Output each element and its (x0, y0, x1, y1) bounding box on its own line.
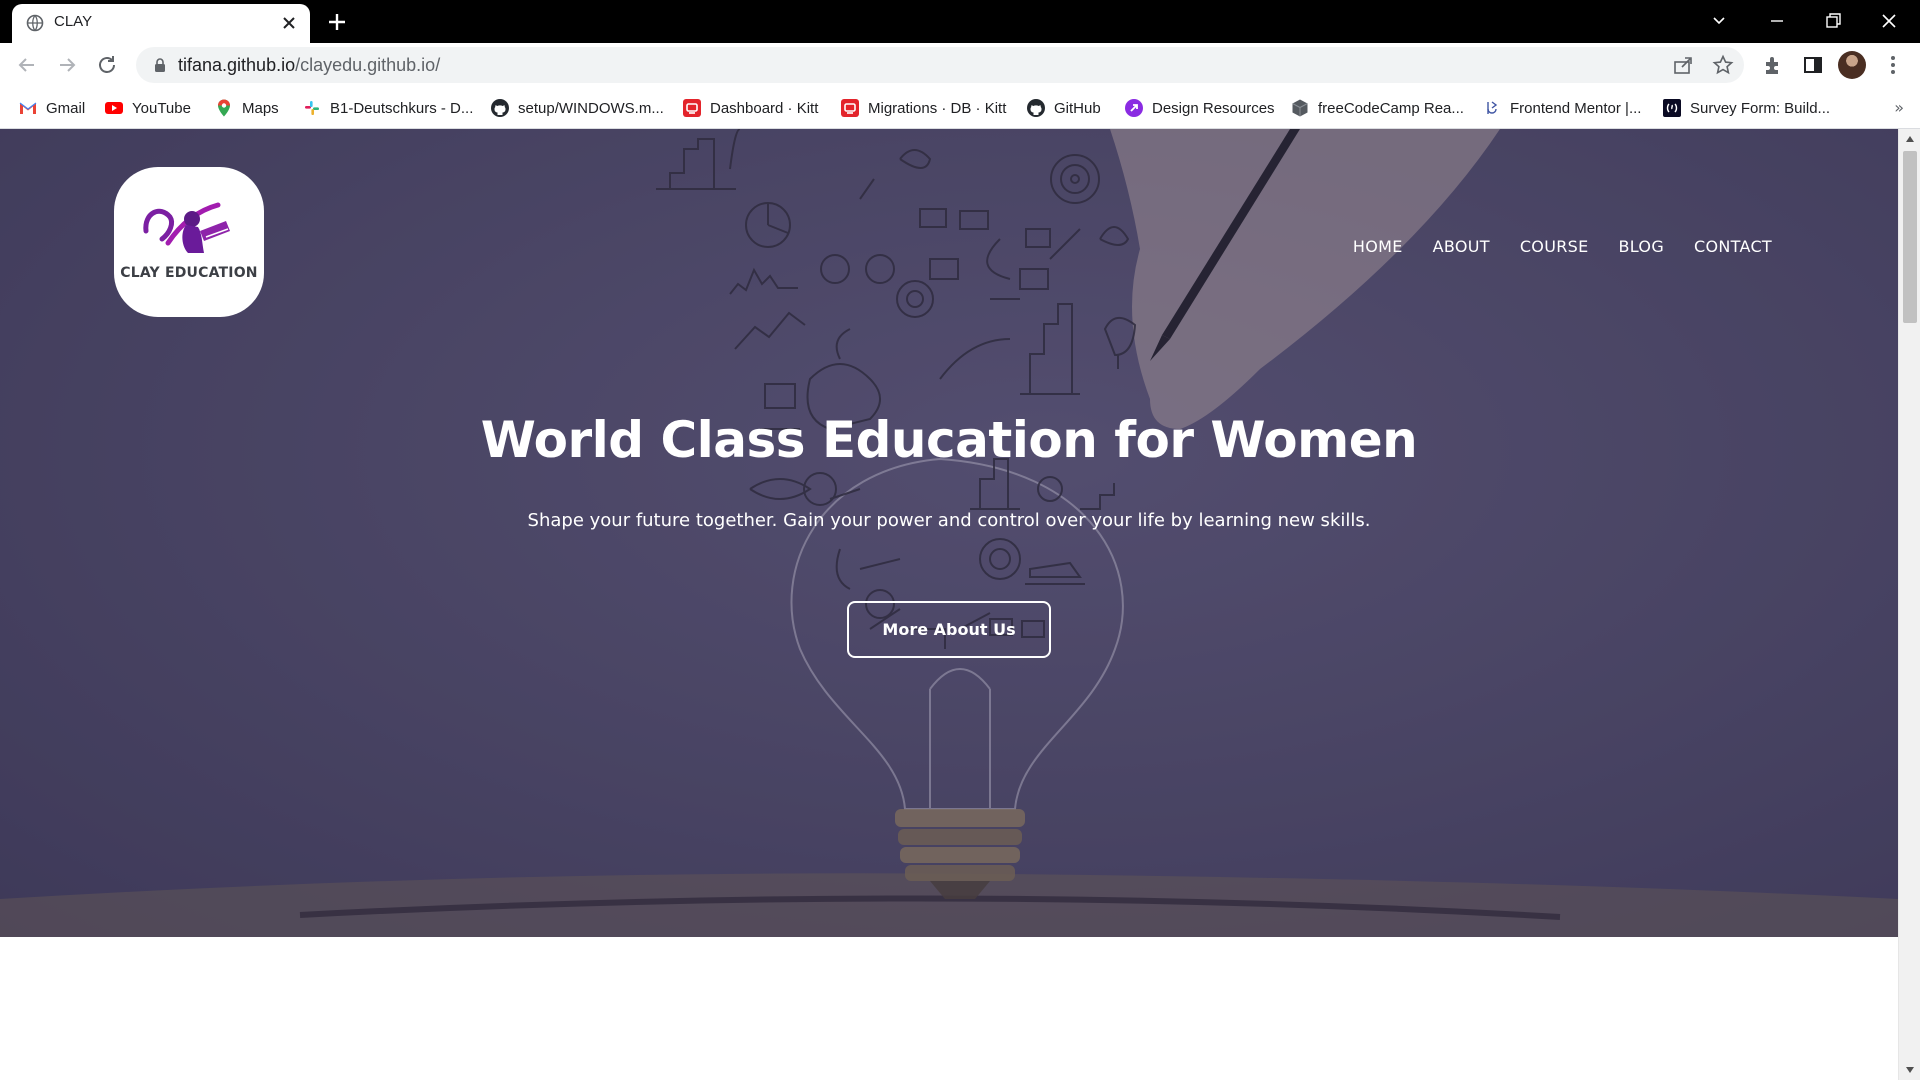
nav-home[interactable]: HOME (1353, 237, 1403, 256)
page-viewport: CLAY EDUCATION HOME ABOUT COURSE BLOG CO… (0, 129, 1898, 1080)
frontend-mentor-icon (1487, 101, 1498, 114)
bookmark-maps[interactable]: Maps (214, 96, 279, 120)
bookmark-youtube[interactable]: YouTube (104, 96, 191, 120)
bookmarks-bar: Gmail YouTube Maps B1-Deutschkurs - D...… (0, 87, 1920, 129)
bookmark-github[interactable]: GitHub (1026, 96, 1101, 120)
slack-icon (305, 101, 319, 115)
bookmark-setup-windows[interactable]: setup/WINDOWS.m... (490, 96, 664, 120)
url-text[interactable]: tifana.github.io/clayedu.github.io/ (178, 55, 440, 76)
notion-icon (1125, 99, 1143, 117)
bookmark-migrations-kitt[interactable]: Migrations · DB · Kitt (840, 96, 1006, 120)
maps-icon (218, 99, 230, 117)
scrollbar-thumb[interactable] (1903, 151, 1917, 323)
nav-course[interactable]: COURSE (1520, 237, 1589, 256)
woman-reading-logo-icon (143, 202, 230, 253)
site-logo[interactable]: CLAY EDUCATION (114, 167, 264, 317)
page-scrollbar[interactable] (1898, 129, 1920, 1080)
url-path: /clayedu.github.io/ (295, 55, 441, 75)
bookmark-deutschkurs[interactable]: B1-Deutschkurs - D... (302, 96, 473, 120)
scroll-down-arrow-icon[interactable] (1905, 1066, 1915, 1074)
gmail-icon (19, 102, 37, 114)
nav-about[interactable]: ABOUT (1433, 237, 1490, 256)
bookmark-gmail[interactable]: Gmail (18, 96, 85, 120)
bookmark-survey-form[interactable]: Survey Form: Build... (1662, 96, 1830, 120)
browser-tab-strip: CLAY (0, 0, 1920, 43)
minimize-icon[interactable] (1764, 8, 1790, 34)
more-about-us-button[interactable]: More About Us (847, 601, 1051, 658)
globe-icon (26, 14, 44, 32)
share-icon[interactable] (1672, 54, 1694, 76)
bookmark-frontend-mentor[interactable]: Frontend Mentor |... (1482, 96, 1641, 120)
nav-contact[interactable]: CONTACT (1694, 237, 1772, 256)
bookmarks-overflow-chevron[interactable]: » (1894, 98, 1904, 117)
freecodecamp-icon (1663, 99, 1681, 117)
browser-tab[interactable]: CLAY (12, 4, 310, 43)
bookmark-design-resources[interactable]: Design Resources (1124, 96, 1275, 120)
restore-icon[interactable] (1820, 8, 1846, 34)
scroll-up-arrow-icon[interactable] (1905, 135, 1915, 143)
lock-icon[interactable] (152, 57, 168, 73)
cube-icon (1292, 99, 1308, 117)
bookmark-freecodecamp-react[interactable]: freeCodeCamp Rea... (1290, 96, 1464, 120)
kitt-icon (683, 99, 701, 117)
kebab-menu-icon[interactable] (1880, 52, 1906, 78)
window-close-icon[interactable] (1876, 8, 1902, 34)
github-icon (1027, 99, 1045, 117)
kitt-icon (841, 99, 859, 117)
close-icon[interactable] (280, 14, 298, 32)
github-icon (491, 99, 509, 117)
forward-arrow-icon[interactable] (54, 52, 80, 78)
main-nav: HOME ABOUT COURSE BLOG CONTACT (1353, 237, 1772, 256)
profile-avatar[interactable] (1838, 51, 1866, 79)
extensions-icon[interactable] (1760, 52, 1786, 78)
hero-section: CLAY EDUCATION HOME ABOUT COURSE BLOG CO… (0, 129, 1898, 937)
youtube-icon (105, 102, 123, 114)
star-icon[interactable] (1712, 54, 1734, 76)
logo-text: CLAY EDUCATION (120, 265, 258, 281)
hero-subtitle: Shape your future together. Gain your po… (527, 510, 1371, 531)
nav-blog[interactable]: BLOG (1619, 237, 1665, 256)
tab-title: CLAY (54, 13, 93, 30)
address-bar[interactable]: tifana.github.io/clayedu.github.io/ (136, 47, 1744, 83)
new-tab-icon[interactable] (324, 9, 350, 35)
tab-search-icon[interactable] (1706, 8, 1732, 34)
hero-title: World Class Education for Women (480, 411, 1418, 469)
bookmark-dashboard-kitt[interactable]: Dashboard · Kitt (682, 96, 818, 120)
side-panel-icon[interactable] (1800, 52, 1826, 78)
reload-icon[interactable] (94, 52, 120, 78)
url-host: tifana.github.io (178, 55, 296, 75)
browser-toolbar: tifana.github.io/clayedu.github.io/ (0, 43, 1920, 87)
back-arrow-icon[interactable] (14, 52, 40, 78)
